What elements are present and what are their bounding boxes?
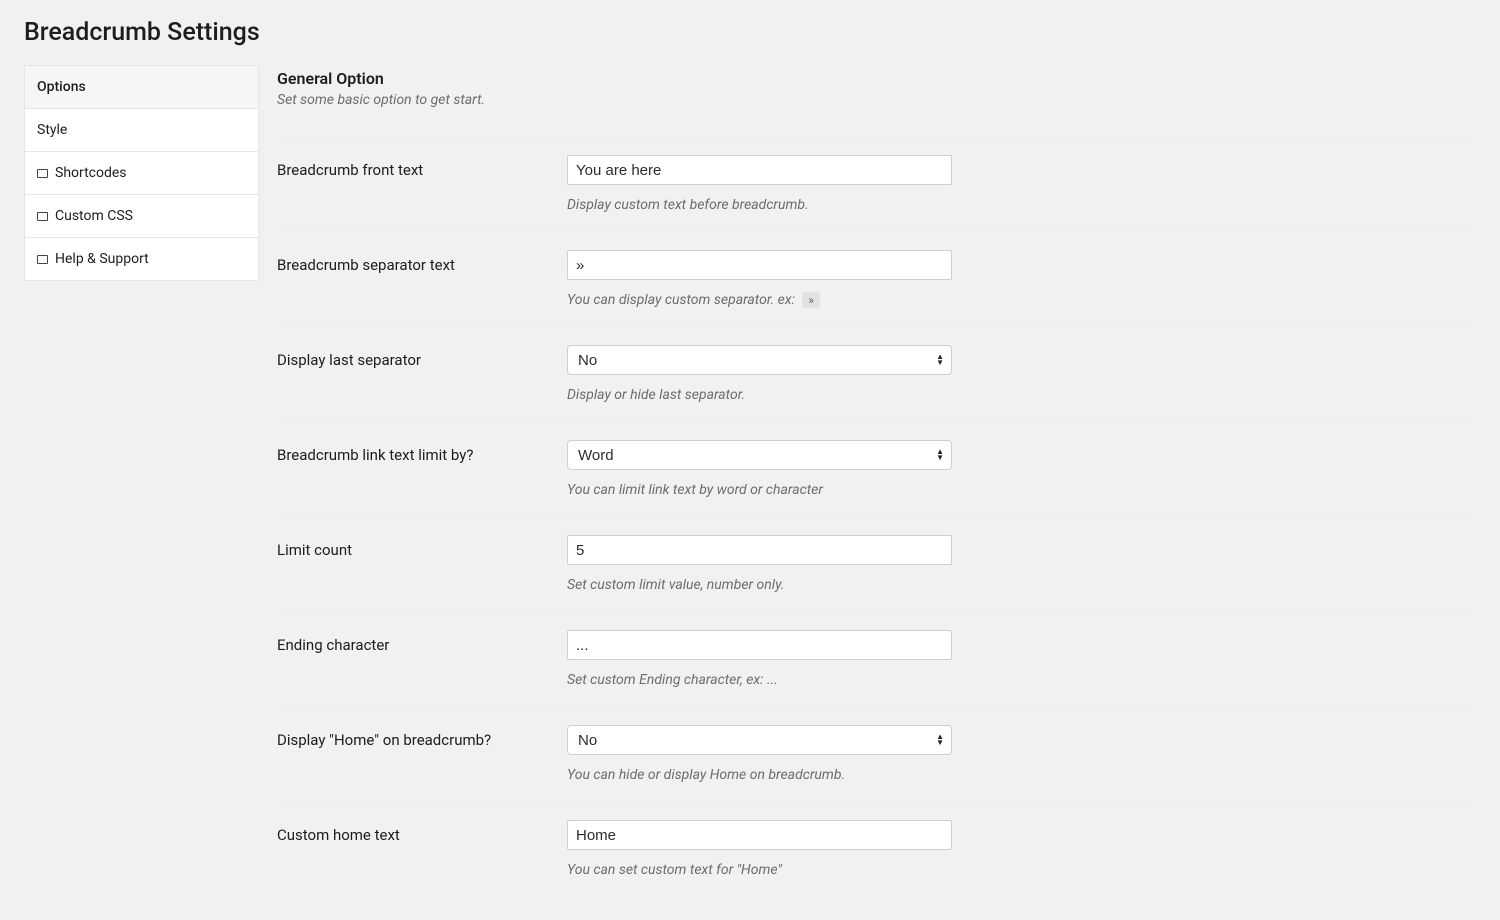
home-text-input[interactable] — [567, 820, 952, 850]
field-hint: Display custom text before breadcrumb. — [567, 197, 1476, 213]
rect-icon — [37, 212, 48, 221]
section-subtitle: Set some basic option to get start. — [277, 92, 1476, 108]
tab-shortcodes[interactable]: Shortcodes — [24, 152, 259, 195]
separator-input[interactable] — [567, 250, 952, 280]
field-control: You can set custom text for "Home" — [567, 820, 1476, 878]
field-ending-character: Ending character Set custom Ending chara… — [277, 611, 1476, 706]
field-control: Word ▲▼ You can limit link text by word … — [567, 440, 1476, 498]
field-hint: You can limit link text by word or chara… — [567, 482, 1476, 498]
field-label: Custom home text — [277, 820, 567, 844]
field-control: Set custom limit value, number only. — [567, 535, 1476, 593]
separator-example-chip: » — [802, 292, 820, 308]
field-hint: Display or hide last separator. — [567, 387, 1476, 403]
field-hint: You can display custom separator. ex: » — [567, 292, 1476, 308]
field-hint: Set custom Ending character, ex: ... — [567, 672, 1476, 688]
field-label: Breadcrumb link text limit by? — [277, 440, 567, 464]
field-separator-text: Breadcrumb separator text You can displa… — [277, 231, 1476, 326]
field-label: Breadcrumb front text — [277, 155, 567, 179]
tab-help-support[interactable]: Help & Support — [24, 238, 259, 281]
page-title: Breadcrumb Settings — [24, 18, 1476, 47]
layout: Options Style Shortcodes Custom CSS Help… — [24, 65, 1476, 896]
field-home-text: Custom home text You can set custom text… — [277, 801, 1476, 896]
rect-icon — [37, 169, 48, 178]
front-text-input[interactable] — [567, 155, 952, 185]
field-label: Breadcrumb separator text — [277, 250, 567, 274]
field-label: Display "Home" on breadcrumb? — [277, 725, 567, 749]
tab-label: Options — [37, 79, 86, 95]
limit-count-input[interactable] — [567, 535, 952, 565]
section-header: General Option Set some basic option to … — [277, 69, 1476, 108]
options-panel: General Option Set some basic option to … — [259, 65, 1476, 896]
section-title: General Option — [277, 69, 1476, 88]
field-label: Display last separator — [277, 345, 567, 369]
field-front-text: Breadcrumb front text Display custom tex… — [277, 136, 1476, 231]
tab-label: Help & Support — [55, 251, 149, 267]
field-limit-count: Limit count Set custom limit value, numb… — [277, 516, 1476, 611]
ending-input[interactable] — [567, 630, 952, 660]
field-display-last-separator: Display last separator No ▲▼ Display or … — [277, 326, 1476, 421]
settings-tabs-sidebar: Options Style Shortcodes Custom CSS Help… — [24, 65, 259, 281]
tab-custom-css[interactable]: Custom CSS — [24, 195, 259, 238]
field-hint: You can hide or display Home on breadcru… — [567, 767, 1476, 783]
field-control: You can display custom separator. ex: » — [567, 250, 1476, 308]
breadcrumb-settings-page: Breadcrumb Settings Options Style Shortc… — [0, 0, 1500, 920]
field-limit-by: Breadcrumb link text limit by? Word ▲▼ Y… — [277, 421, 1476, 516]
field-label: Limit count — [277, 535, 567, 559]
field-control: Set custom Ending character, ex: ... — [567, 630, 1476, 688]
display-home-select[interactable]: No — [567, 725, 952, 755]
field-label: Ending character — [277, 630, 567, 654]
field-control: No ▲▼ You can hide or display Home on br… — [567, 725, 1476, 783]
tab-style[interactable]: Style — [24, 109, 259, 152]
tab-label: Style — [37, 122, 67, 138]
field-control: Display custom text before breadcrumb. — [567, 155, 1476, 213]
rect-icon — [37, 255, 48, 264]
field-display-home: Display "Home" on breadcrumb? No ▲▼ You … — [277, 706, 1476, 801]
last-separator-select[interactable]: No — [567, 345, 952, 375]
tab-label: Custom CSS — [55, 208, 133, 224]
field-hint: Set custom limit value, number only. — [567, 577, 1476, 593]
tab-options[interactable]: Options — [24, 65, 259, 109]
limit-by-select[interactable]: Word — [567, 440, 952, 470]
tab-label: Shortcodes — [55, 165, 127, 181]
field-hint: You can set custom text for "Home" — [567, 862, 1476, 878]
field-control: No ▲▼ Display or hide last separator. — [567, 345, 1476, 403]
